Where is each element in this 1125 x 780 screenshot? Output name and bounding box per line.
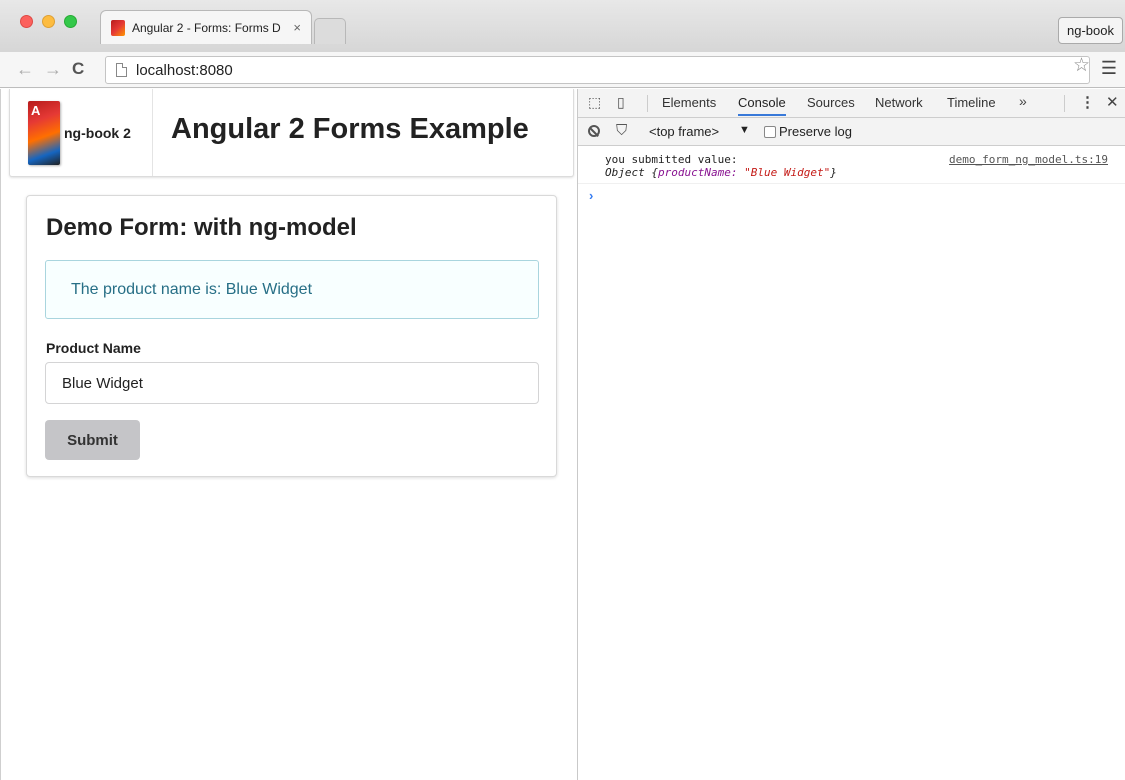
book-cover-logo-icon [28,100,60,165]
console-object[interactable]: Object {productName: "Blue Widget"} [605,166,837,179]
tab-title: Angular 2 - Forms: Forms D [132,20,281,35]
tab-elements[interactable]: Elements [662,95,716,110]
new-tab-button[interactable] [314,18,346,44]
forward-arrow-icon[interactable]: → [44,59,62,80]
back-arrow-icon[interactable]: ← [16,59,34,80]
form-title: Demo Form: with ng-model [46,214,357,241]
page-viewport: ng-book 2 Angular 2 Forms Example Demo F… [0,89,578,780]
object-key: productName: [657,166,738,179]
console-message: you submitted value: demo_form_ng_model.… [578,146,1125,184]
console-filterbar: ⛉ <top frame> ▼ Preserve log [578,118,1125,146]
devtools-menu-icon[interactable]: ⋮ [1080,93,1095,111]
browser-toolbar: ← → C localhost:8080 ☆ ☰ [0,52,1125,88]
tab-timeline[interactable]: Timeline [947,95,996,110]
profile-button[interactable]: ng-book [1058,17,1123,44]
browser-tab[interactable]: Angular 2 - Forms: Forms D × [100,10,312,44]
preserve-log-label: Preserve log [779,124,852,139]
devtools-close-icon[interactable]: ✕ [1106,93,1119,111]
tab-console[interactable]: Console [738,95,786,116]
console-prompt-icon[interactable]: › [589,188,593,203]
page-title: Angular 2 Forms Example [171,113,529,145]
filter-icon[interactable]: ⛉ [616,122,627,139]
console-source-link[interactable]: demo_form_ng_model.ts:19 [949,153,1108,166]
address-bar[interactable]: localhost:8080 [105,56,1090,84]
more-tabs-icon[interactable]: » [1019,93,1027,109]
product-name-message: The product name is: Blue Widget [45,260,539,319]
inspect-element-icon[interactable]: ⬚ [588,94,601,111]
brand[interactable]: ng-book 2 [10,89,153,176]
tab-sources[interactable]: Sources [807,95,855,110]
bookmark-star-icon[interactable]: ☆ [1073,54,1090,77]
submit-button[interactable]: Submit [45,420,140,460]
zoom-window-button[interactable] [64,15,77,28]
browser-titlebar: Angular 2 - Forms: Forms D × ng-book [0,0,1125,52]
page-icon [116,63,127,77]
object-suffix: } [830,166,837,179]
devtools-tabbar: ⬚ ▯ Elements Console Sources Network Tim… [578,89,1125,118]
object-value: "Blue Widget" [744,166,831,179]
clear-console-icon[interactable] [588,125,600,137]
demo-form-card: Demo Form: with ng-model The product nam… [26,195,557,477]
favicon-icon [111,19,125,36]
reload-icon[interactable]: C [72,59,84,79]
product-name-input[interactable] [45,362,539,404]
tab-network[interactable]: Network [875,95,923,110]
brand-label: ng-book 2 [64,124,131,141]
divider [1064,95,1065,112]
app-header: ng-book 2 Angular 2 Forms Example [9,89,574,177]
divider [647,95,648,112]
console-log-text: you submitted value: [605,153,738,166]
url-text: localhost:8080 [136,61,233,79]
device-mode-icon[interactable]: ▯ [617,94,625,111]
preserve-log-checkbox[interactable] [764,126,776,138]
product-name-label: Product Name [46,340,141,356]
devtools-panel: ⬚ ▯ Elements Console Sources Network Tim… [578,89,1125,780]
tab-close-icon[interactable]: × [293,20,301,35]
close-window-button[interactable] [20,15,33,28]
frame-dropdown-icon[interactable]: ▼ [739,124,750,136]
object-prefix: Object { [605,166,658,179]
hamburger-menu-icon[interactable]: ☰ [1101,58,1117,79]
minimize-window-button[interactable] [42,15,55,28]
frame-selector[interactable]: <top frame> [649,124,719,139]
